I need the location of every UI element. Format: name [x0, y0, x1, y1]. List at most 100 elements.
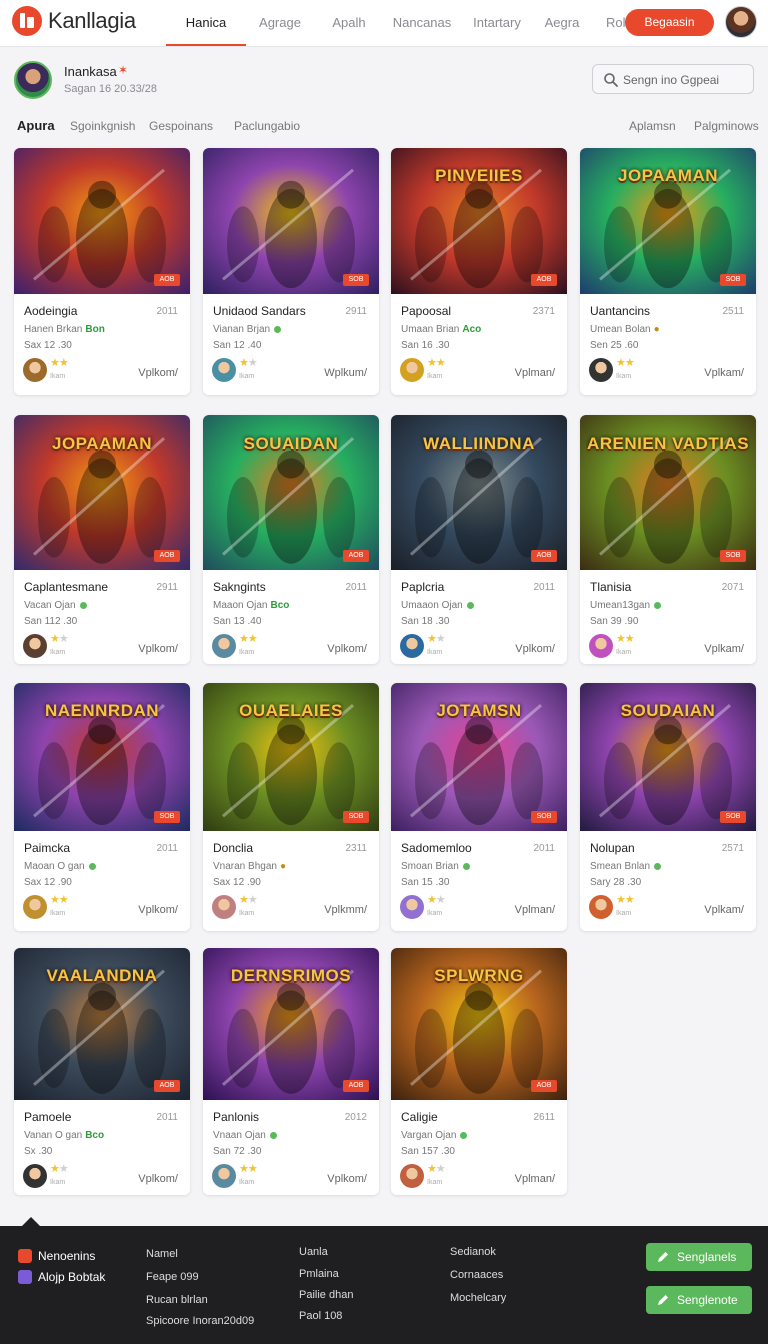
game-card[interactable]: NAENNRDAN SOB Paimcka 2011 Maoan O gan Sax 12… — [14, 683, 190, 931]
author-avatar[interactable] — [212, 1164, 236, 1188]
footer-link[interactable]: Spicoore Inoran20d09 — [146, 1315, 254, 1327]
author-avatar[interactable] — [400, 634, 424, 658]
card-title[interactable]: Donclia — [213, 841, 253, 855]
filter-tab[interactable]: Gespoinans — [149, 119, 213, 133]
author-avatar[interactable] — [23, 895, 47, 919]
author-avatar[interactable] — [589, 358, 613, 382]
footer-link[interactable]: Paol 108 — [299, 1310, 342, 1322]
card-title[interactable]: Paplcria — [401, 580, 444, 594]
nav-tab[interactable]: Agrage — [246, 0, 314, 46]
game-card[interactable]: OUAELAIES SOB Donclia 2311 Vnaran Bhgan ● Sax … — [203, 683, 379, 931]
card-title[interactable]: Caplantesmane — [24, 580, 108, 594]
card-action-link[interactable]: Vplkom/ — [138, 1173, 178, 1185]
footer-action-button[interactable]: Senglanels — [646, 1243, 752, 1271]
game-card[interactable]: JOPAAMAN SOB Uantancins 2511 Umean Bolan ● Sen… — [580, 148, 756, 395]
user-avatar[interactable] — [725, 6, 757, 38]
card-action-link[interactable]: Vplkom/ — [138, 367, 178, 379]
author-avatar[interactable] — [589, 634, 613, 658]
card-action-link[interactable]: Vplkom/ — [327, 643, 367, 655]
card-year: 2012 — [344, 1112, 367, 1123]
game-card[interactable]: ARENIEN VADTIAS SOB Tlanisia 2071 Umean13gan… — [580, 415, 756, 664]
online-dot-icon — [269, 1131, 277, 1139]
card-action-link[interactable]: Vplkom/ — [138, 904, 178, 916]
card-action-link[interactable]: Vplkam/ — [704, 904, 744, 916]
card-title[interactable]: Panlonis — [213, 1110, 259, 1124]
footer-link[interactable]: Mochelcary — [450, 1292, 506, 1304]
nav-tab[interactable]: Hanica — [166, 0, 246, 46]
card-action-link[interactable]: Vplkmm/ — [324, 904, 367, 916]
filter-tab[interactable]: Palgminows — [694, 119, 759, 133]
footer-brand-label: Nenoenins — [38, 1249, 96, 1263]
game-card[interactable]: DERNSRIMOS AOB Panlonis 2012 Vnaan Ojan San 7… — [203, 948, 379, 1195]
game-card[interactable]: SPLWRNG AOB Caligie 2611 Vargan Ojan San 157 … — [391, 948, 567, 1195]
author-avatar[interactable] — [212, 895, 236, 919]
search-input[interactable] — [621, 69, 751, 91]
footer-link[interactable]: Feape 099 — [146, 1271, 199, 1283]
game-card[interactable]: VAALANDNA AOB Pamoele 2011 Vanan O gan Bco Sx … — [14, 948, 190, 1195]
author-avatar[interactable] — [589, 895, 613, 919]
footer-brand-1[interactable]: Nenoenins — [18, 1249, 95, 1263]
nav-tab[interactable]: Apalh — [314, 0, 384, 46]
footer-link[interactable]: Cornaaces — [450, 1269, 503, 1281]
author-avatar[interactable] — [400, 358, 424, 382]
footer-link[interactable]: Uanla — [299, 1246, 328, 1258]
game-card[interactable]: JOPAAMAN AOB Caplantesmane 2911 Vacan Ojan Sa… — [14, 415, 190, 664]
card-action-link[interactable]: Vplman/ — [515, 367, 555, 379]
card-title[interactable]: Pamoele — [24, 1110, 71, 1124]
card-title[interactable]: Tlanisia — [590, 580, 631, 594]
card-action-link[interactable]: Vplkom/ — [515, 643, 555, 655]
game-card[interactable]: PINVEIIES AOB Papoosal 2371 Umaan Brian Aco Sa… — [391, 148, 567, 395]
card-action-link[interactable]: Vplkom/ — [138, 643, 178, 655]
card-action-link[interactable]: Vplman/ — [515, 904, 555, 916]
rating-label: Ikam — [239, 649, 255, 656]
game-card[interactable]: SOUDAIAN SOB Nolupan 2571 Smean Bnlan Sary 28… — [580, 683, 756, 931]
game-card[interactable]: SOUAIDAN AOB Sakngints 2011 Maaon Ojan Bco San… — [203, 415, 379, 664]
card-title[interactable]: Sakngints — [213, 580, 266, 594]
card-title[interactable]: Unidaod Sandars — [213, 304, 306, 318]
game-card[interactable]: SOB Unidaod Sandars 2911 Vianan Brjan San 12… — [203, 148, 379, 395]
game-card[interactable]: AOB Aodeingia 2011 Hanen Brkan Bon Sax 12 .30… — [14, 148, 190, 395]
filter-tab[interactable]: Aplamsn — [629, 119, 676, 133]
card-title[interactable]: Sadomemloo — [401, 841, 472, 855]
footer-link[interactable]: Pailie dhan — [299, 1289, 353, 1301]
author-avatar[interactable] — [212, 634, 236, 658]
footer-link[interactable]: Sedianok — [450, 1246, 496, 1258]
app-logo[interactable]: Kanllagia — [12, 6, 136, 36]
cta-button[interactable]: Begaasin — [625, 9, 714, 36]
card-title[interactable]: Paimcka — [24, 841, 70, 855]
author-avatar[interactable] — [400, 895, 424, 919]
card-action-link[interactable]: Wplkum/ — [324, 367, 367, 379]
card-title[interactable]: Papoosal — [401, 304, 451, 318]
profile-avatar[interactable] — [14, 61, 52, 99]
author-avatar[interactable] — [212, 358, 236, 382]
author-avatar[interactable] — [23, 358, 47, 382]
card-year: 2571 — [721, 843, 744, 854]
author-avatar[interactable] — [23, 634, 47, 658]
footer-brand-2[interactable]: Alojp Bobtak — [18, 1270, 105, 1284]
rating-label: Ikam — [50, 1179, 66, 1186]
filter-tab[interactable]: Apura — [17, 118, 55, 133]
filter-tab[interactable]: Sgoinkgnish — [70, 119, 135, 133]
card-title[interactable]: Uantancins — [590, 304, 650, 318]
footer-link[interactable]: Namel — [146, 1248, 178, 1260]
footer-link[interactable]: Pmlaina — [299, 1268, 339, 1280]
card-action-link[interactable]: Vplkom/ — [327, 1173, 367, 1185]
card-title[interactable]: Nolupan — [590, 841, 635, 855]
nav-tab[interactable]: Intartary — [460, 0, 534, 46]
author-avatar[interactable] — [23, 1164, 47, 1188]
filter-tab[interactable]: Paclungabio — [234, 119, 300, 133]
card-action-link[interactable]: Vplkam/ — [704, 643, 744, 655]
game-card[interactable]: JOTAMSN SOB Sadomemloo 2011 Smoan Brian San 1… — [391, 683, 567, 931]
author-avatar[interactable] — [400, 1164, 424, 1188]
card-action-link[interactable]: Vplkam/ — [704, 367, 744, 379]
online-dot-icon — [654, 601, 662, 609]
game-card[interactable]: WALLIINDNA AOB Paplcria 2011 Umaaon Ojan San … — [391, 415, 567, 664]
footer-link[interactable]: Rucan blrlan — [146, 1294, 208, 1306]
footer-action-button[interactable]: Senglenote — [646, 1286, 752, 1314]
nav-tab[interactable]: Nancanas — [384, 0, 460, 46]
star-icon: ★ — [247, 894, 258, 906]
nav-tab[interactable]: Aegra — [534, 0, 590, 46]
card-action-link[interactable]: Vplman/ — [515, 1173, 555, 1185]
card-title[interactable]: Caligie — [401, 1110, 438, 1124]
card-title[interactable]: Aodeingia — [24, 304, 77, 318]
